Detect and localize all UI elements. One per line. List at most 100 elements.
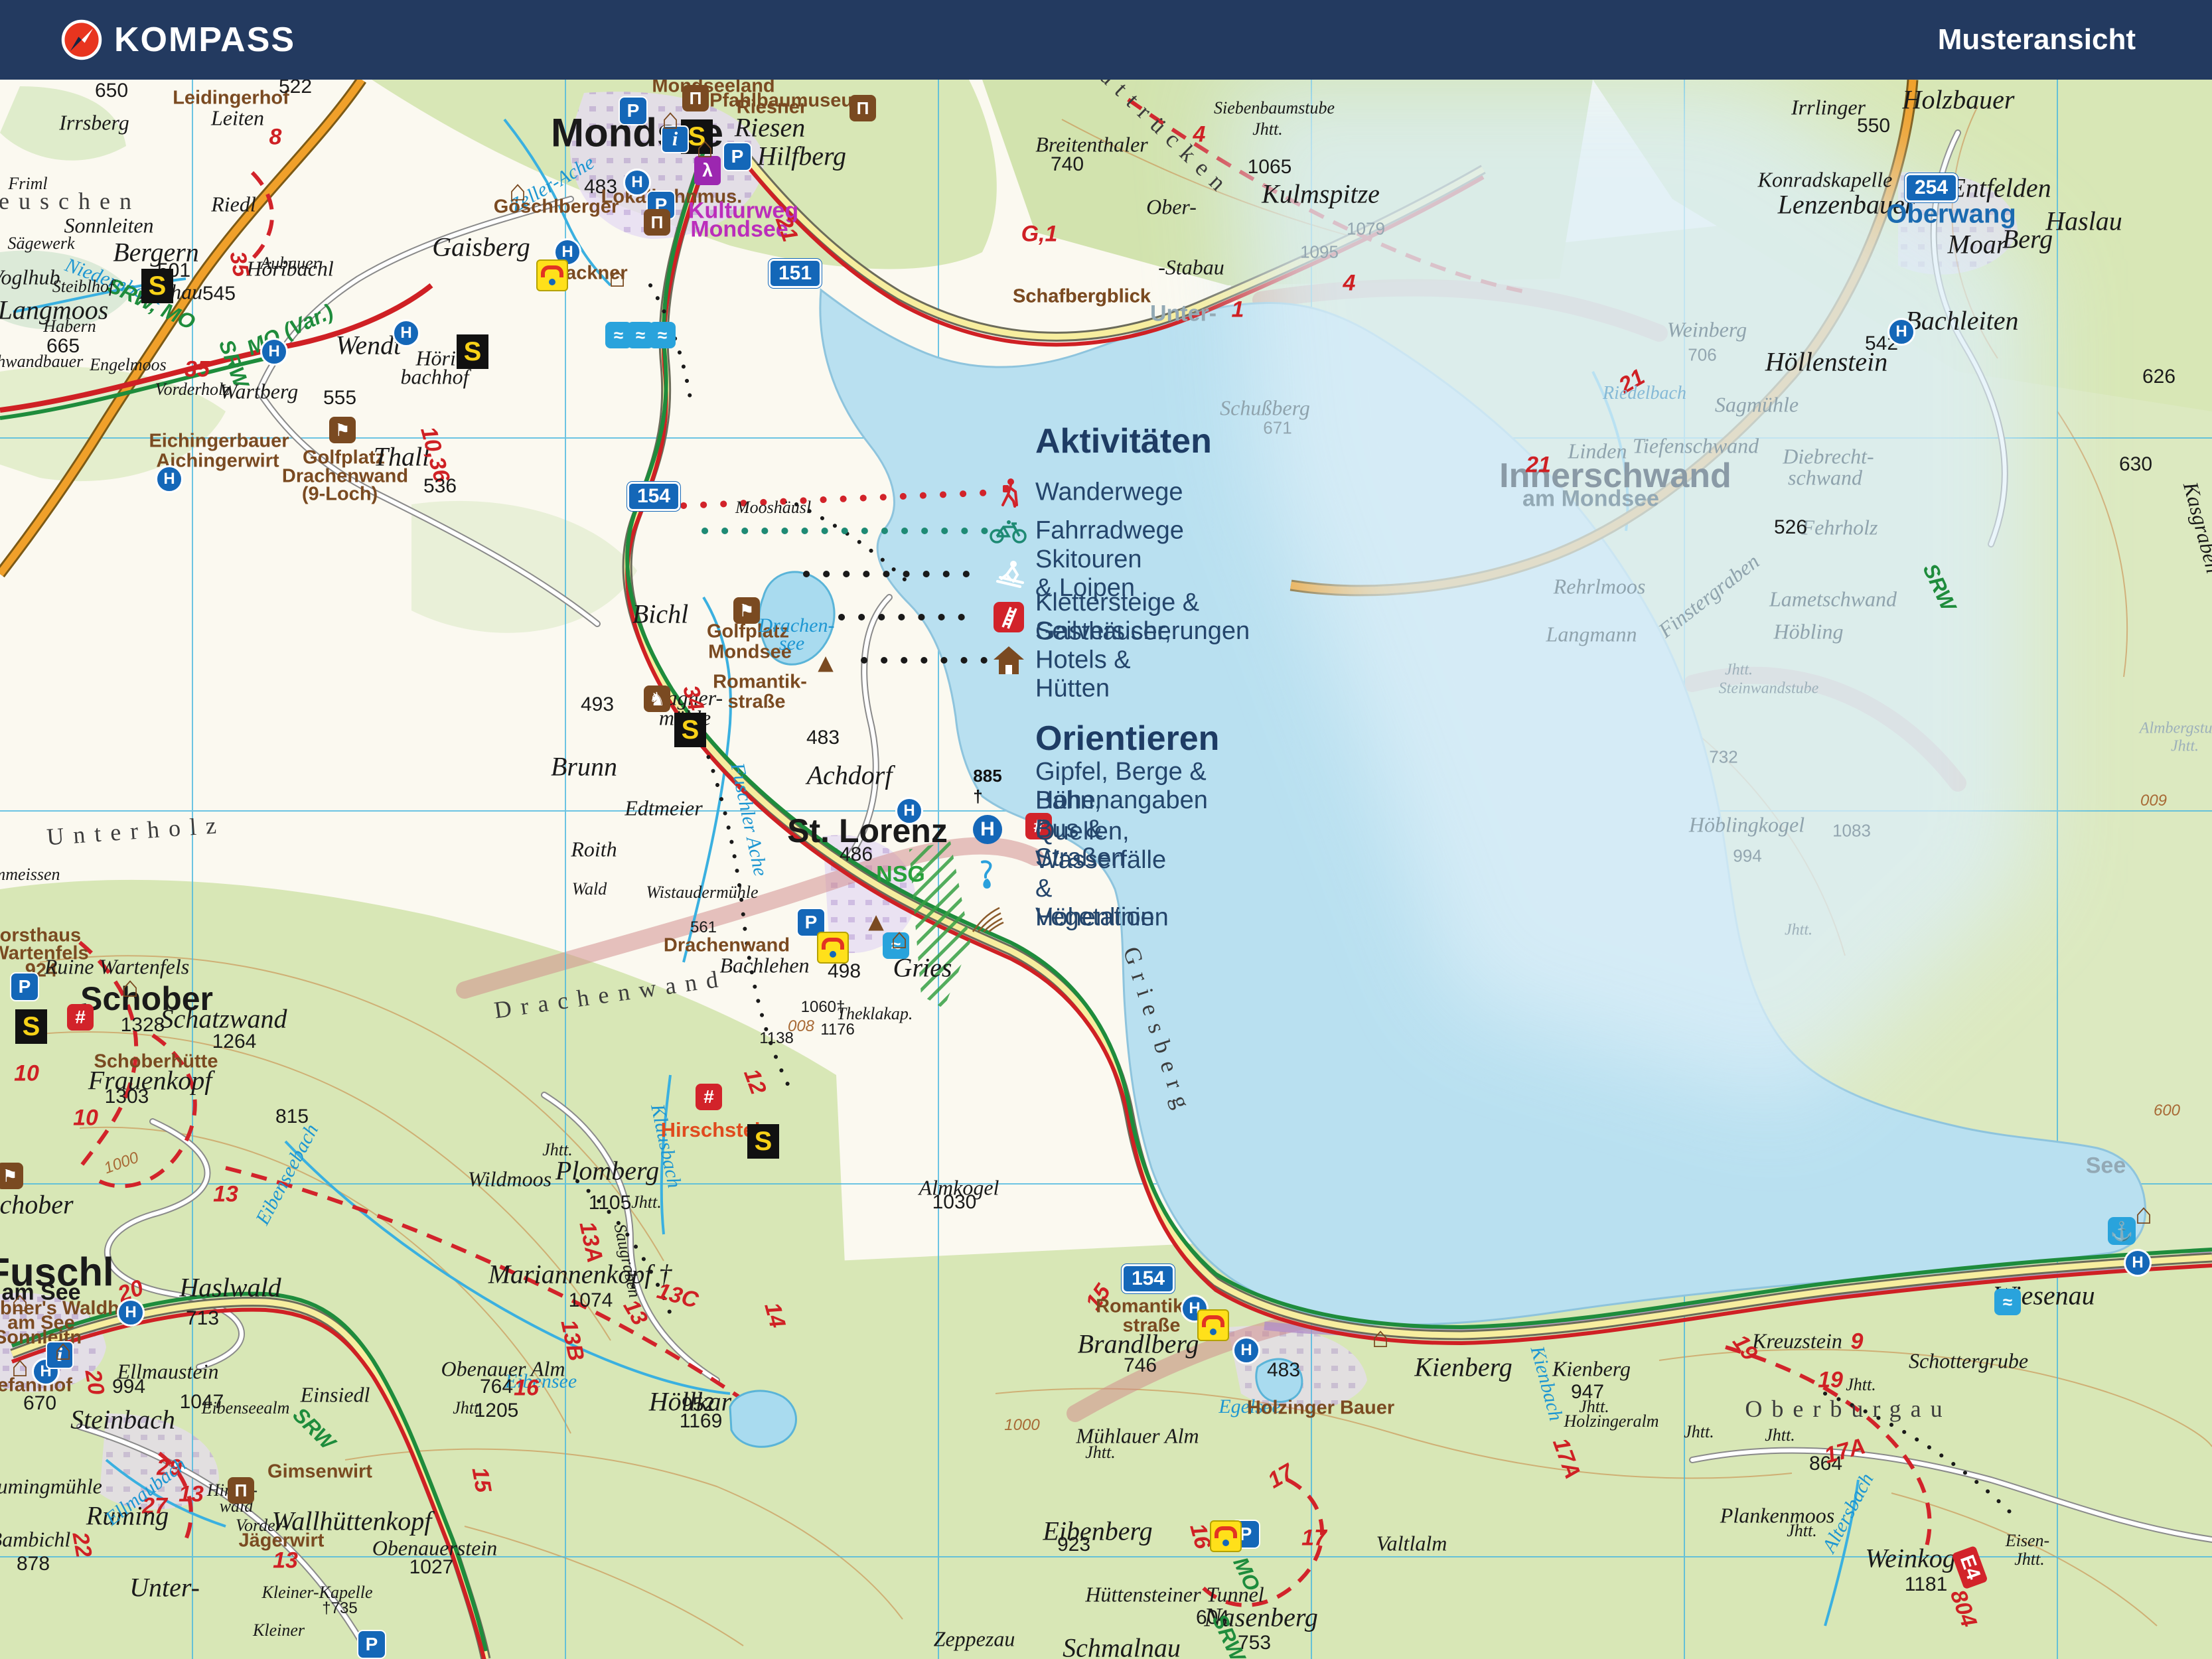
map-label: Eibenseebach (252, 1120, 323, 1228)
bus-stop-badge: H (895, 797, 923, 825)
map-label: Schmalnau (1063, 1632, 1181, 1659)
map-label: Entfelden (1949, 173, 2051, 204)
map-label: Haslwald (179, 1272, 281, 1303)
contour-icon (970, 902, 1005, 933)
map-label: Jhtt. (2171, 738, 2199, 756)
guesthouse-icon: ⌂ (609, 261, 627, 294)
map-label: Roith (571, 837, 617, 862)
map-label: 878 (17, 1553, 50, 1575)
map-label: Steiblhof (52, 277, 113, 297)
map-label: Moar (1948, 229, 2007, 260)
map-label: 994 (112, 1376, 145, 1398)
guesthouse-icon: ⌂ (1372, 1321, 1390, 1354)
map-label: Edtmeier (625, 796, 702, 821)
map-label: 550 (1857, 115, 1890, 137)
map-label: 1181 (1905, 1573, 1948, 1596)
map-label: 1095 (1300, 242, 1339, 263)
map-label: Wald (572, 879, 607, 899)
map-label: 9 (1851, 1329, 1864, 1355)
bus-stop-badge: H (623, 169, 651, 196)
map-label: Steinbach (70, 1404, 175, 1435)
map-label: 8 (269, 125, 282, 151)
map-label: Riedelbach (1603, 383, 1686, 404)
map-label: Irrlinger (1791, 96, 1866, 120)
map-label: 1000 (102, 1149, 141, 1179)
map-label: Eisen- (2006, 1531, 2049, 1551)
map-label: Leiten (211, 106, 264, 131)
bus-stop-badge: H (117, 1299, 145, 1327)
map-label: Mooshäusl (735, 498, 811, 518)
guesthouse-icon: ⌂ (891, 922, 909, 956)
museum-badge: Π (849, 95, 876, 121)
map-label: 1079 (1347, 219, 1385, 240)
map-label: Höbling (1774, 620, 1844, 644)
map-label: Riedl (211, 192, 256, 217)
map-label: 545 (202, 283, 236, 305)
guesthouse-icon: ⌂ (54, 1334, 72, 1367)
map-label: Schober (0, 1189, 74, 1220)
map-label: SRW (288, 1403, 340, 1455)
map-label: Unter- (129, 1572, 200, 1603)
map-label: 994 (1733, 846, 1761, 867)
map-label: 630 (2119, 453, 2152, 476)
map-label: Kienbach (1526, 1344, 1568, 1423)
kompass-logo: KOMPASS (61, 19, 295, 60)
map-label: NSG (876, 862, 925, 888)
map-label: Jhtt. (1787, 1521, 1817, 1541)
bus-stop-badge: H (2124, 1249, 2152, 1277)
bicycle-icon (989, 518, 1029, 544)
map-label: Aubauer (260, 253, 320, 273)
parking-badge: P (619, 96, 648, 125)
map-label: Gimsenwirt (267, 1461, 372, 1483)
map-label: 493 (581, 693, 614, 716)
kompass-poi-badge (1197, 1309, 1229, 1341)
e4-route-badge: E4 (1951, 1546, 1988, 1589)
map-label: MO (Var.) (243, 299, 337, 360)
guesthouse-icon: ⌂ (11, 1350, 29, 1384)
climbing-badge: # (67, 1004, 94, 1031)
map-label: 17A (1822, 1433, 1868, 1469)
map-label: Engelmoos (90, 355, 167, 375)
map-label: 1176 (820, 1021, 855, 1039)
map-label: Jhtt. (1765, 1425, 1795, 1445)
map-label: 17A (1547, 1435, 1585, 1482)
map-label: 16 (514, 1376, 539, 1402)
map-label: 804 (1945, 1587, 1982, 1631)
road-number-badge: 254 (1905, 173, 1958, 202)
kompass-poi-badge (1210, 1520, 1242, 1552)
swimming-badge: ≈ (1994, 1289, 2021, 1315)
road-number-badge: 154 (1122, 1264, 1175, 1293)
map-label: 600 (2154, 1102, 2180, 1120)
map-label: 20 (80, 1368, 110, 1397)
map-label: Eichingerbauer (149, 431, 289, 453)
map-label: Romantik- (713, 672, 807, 693)
map-label: Jhtt. (1684, 1422, 1714, 1442)
map-label: 21 (1526, 453, 1551, 478)
map-label: 17 (1264, 1459, 1298, 1494)
bus-stop-badge: H (155, 465, 183, 493)
camping-icon: ▲ (812, 649, 839, 679)
map-label: (9-Loch) (302, 484, 378, 506)
map-label: Kasgraben (2178, 479, 2212, 575)
map-label: Haslau (2045, 206, 2122, 237)
map-label: 1027 (409, 1556, 454, 1579)
map-label: Schottergrube (1909, 1349, 2028, 1374)
map-label: Siebenbaumstube (1214, 98, 1335, 118)
map-label: -Stabau (1158, 255, 1224, 280)
guesthouse-icon: ⌂ (696, 131, 714, 165)
ski-bus-badge: S (457, 334, 488, 369)
map-label: 008 (788, 1017, 814, 1036)
map-label: Valtlalm (1376, 1532, 1447, 1556)
golf-badge: ⚑ (733, 597, 760, 624)
map-canvas[interactable]: AktivitätenWanderwegeFahrradwegeSkitoure… (0, 80, 2212, 1659)
map-label: 4 (1343, 271, 1356, 297)
map-label: 706 (1688, 345, 1716, 366)
map-label: Jhtt. (1725, 662, 1753, 680)
map-label: SRW (1918, 560, 1961, 615)
map-label: 740 (1051, 153, 1084, 176)
map-label: Kreuzstein (1752, 1329, 1842, 1354)
map-label: 17 (1301, 1526, 1327, 1551)
map-label: Plomberg (555, 1155, 659, 1187)
map-label: 1303 (105, 1086, 149, 1108)
map-label: Holzbauer (1903, 84, 2015, 115)
